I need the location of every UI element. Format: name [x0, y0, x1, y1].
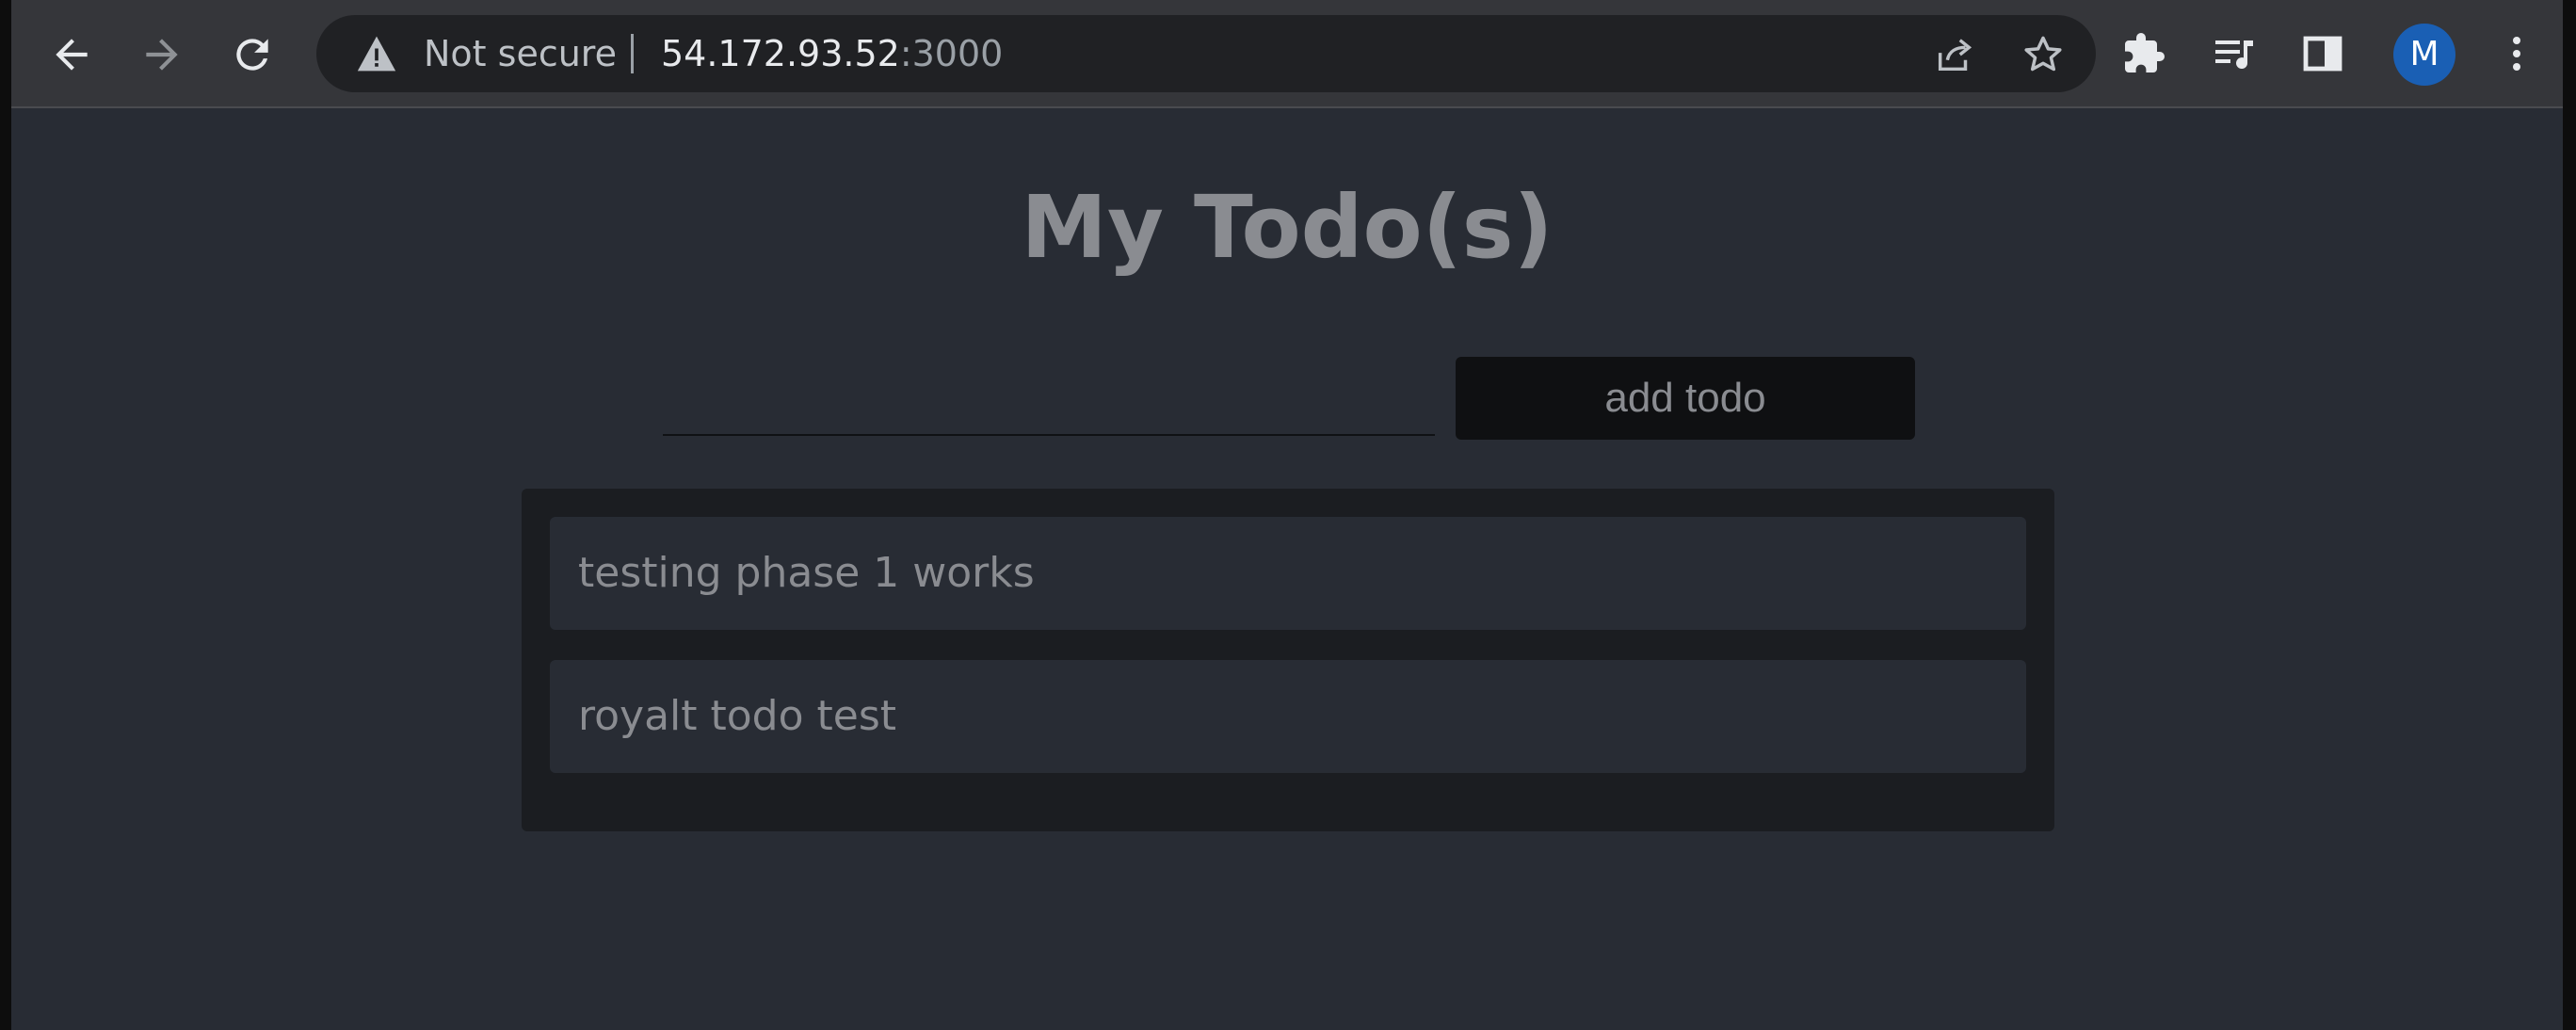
arrow-right-icon [146, 39, 178, 71]
warning-triangle-icon [357, 36, 396, 72]
media-queue-icon [2215, 40, 2253, 70]
share-icon [1938, 39, 1972, 72]
todo-input[interactable] [663, 359, 1435, 436]
browser-window: Not secure 54.172.93.52:3000 M My Todo(s… [0, 0, 2576, 1030]
share-button[interactable] [1930, 30, 1979, 79]
security-status-label[interactable]: Not secure [424, 32, 617, 75]
arrow-left-icon [56, 39, 88, 71]
profile-avatar[interactable]: M [2393, 24, 2455, 86]
kebab-menu-icon [2513, 37, 2520, 71]
todo-item[interactable]: testing phase 1 works [550, 517, 2026, 630]
address-divider [631, 34, 634, 73]
star-icon [2024, 36, 2062, 72]
page-title: My Todo(s) [1021, 177, 1554, 278]
bookmark-button[interactable] [2019, 30, 2068, 79]
reload-icon [236, 39, 268, 71]
url-host: 54.172.93.52 [661, 33, 900, 74]
extensions-button[interactable] [2111, 21, 2177, 87]
address-bar[interactable]: Not secure 54.172.93.52:3000 [316, 15, 2096, 92]
url-text[interactable]: 54.172.93.52:3000 [661, 32, 1003, 75]
browser-toolbar: Not secure 54.172.93.52:3000 M [11, 0, 2563, 108]
todo-item[interactable]: royalt todo test [550, 660, 2026, 773]
media-control-button[interactable] [2201, 21, 2267, 87]
url-port: :3000 [899, 33, 1004, 74]
browser-menu-button[interactable] [2484, 21, 2550, 87]
puzzle-icon [2125, 33, 2165, 72]
reload-button[interactable] [218, 21, 286, 89]
forward-button[interactable] [128, 21, 196, 89]
todo-list: testing phase 1 works royalt todo test [522, 489, 2054, 831]
back-button[interactable] [38, 21, 105, 89]
side-panel-icon [2303, 36, 2343, 72]
add-todo-button[interactable]: add todo [1456, 357, 1915, 440]
page-content: My Todo(s) add todo testing phase 1 work… [11, 108, 2563, 1030]
side-panel-button[interactable] [2290, 21, 2356, 87]
